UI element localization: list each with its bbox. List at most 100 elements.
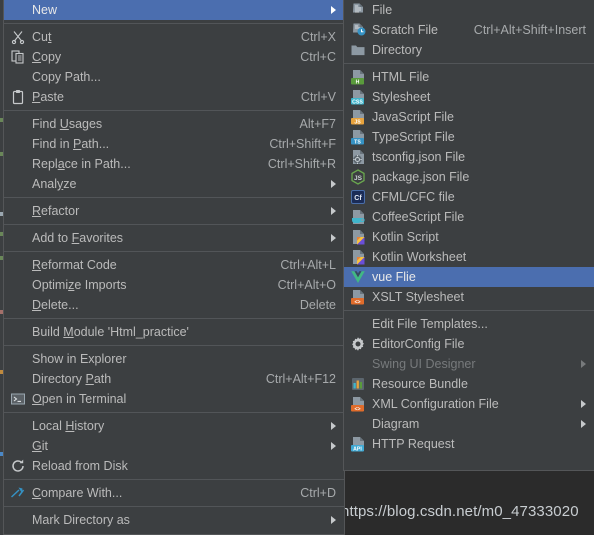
menu-item-cut[interactable]: Cut Ctrl+X bbox=[4, 27, 344, 47]
menu-item-label: Swing UI Designer bbox=[372, 357, 476, 371]
menu-item-label: Resource Bundle bbox=[372, 377, 468, 391]
no-icon bbox=[10, 136, 26, 152]
menu-item-analyze[interactable]: Analyze bbox=[4, 174, 344, 194]
html-file-icon: H bbox=[350, 69, 366, 85]
menu-separator bbox=[4, 224, 344, 225]
kotlin-icon bbox=[350, 229, 366, 245]
menu-item-edit-file-templates[interactable]: Edit File Templates... bbox=[344, 314, 594, 334]
watermark-url: https://blog.csdn.net/m0_47333020 bbox=[341, 503, 579, 520]
menu-item-label: Edit File Templates... bbox=[372, 317, 488, 331]
menu-item-optimize-imports[interactable]: Optimize Imports Ctrl+Alt+O bbox=[4, 275, 344, 295]
no-icon bbox=[10, 418, 26, 434]
menu-item-coffeescript-file[interactable]: CoffeeScript File bbox=[344, 207, 594, 227]
menu-item-label: HTTP Request bbox=[372, 437, 455, 451]
menu-item-label: Compare With... bbox=[32, 486, 123, 500]
no-icon bbox=[10, 156, 26, 172]
project-context-menu[interactable]: New Cut Ctrl+X Copy Ctrl+C Copy Path... Paste C… bbox=[3, 0, 345, 535]
menu-item-label: Replace in Path... bbox=[32, 157, 131, 171]
menu-item-directory-path[interactable]: Directory Path Ctrl+Alt+F12 bbox=[4, 369, 344, 389]
menu-item-copy[interactable]: Copy Ctrl+C bbox=[4, 47, 344, 67]
svg-text:CSS: CSS bbox=[352, 99, 363, 105]
menu-item-compare-with[interactable]: Compare With... Ctrl+D bbox=[4, 483, 344, 503]
menu-item-refactor[interactable]: Refactor bbox=[4, 201, 344, 221]
file-icon bbox=[350, 2, 366, 18]
menu-separator bbox=[344, 63, 594, 64]
xml-file-icon: <> bbox=[350, 396, 366, 412]
menu-item-shortcut: Ctrl+Alt+O bbox=[277, 278, 336, 292]
svg-text:JS: JS bbox=[354, 175, 363, 182]
menu-item-shortcut: Delete bbox=[299, 298, 336, 312]
menu-item-label: XSLT Stylesheet bbox=[372, 290, 464, 304]
menu-item-kotlin-script[interactable]: Kotlin Script bbox=[344, 227, 594, 247]
clipboard-icon bbox=[10, 89, 26, 105]
menu-item-label: Show in Explorer bbox=[32, 352, 127, 366]
menu-item-typescript-file[interactable]: TS TypeScript File bbox=[344, 127, 594, 147]
menu-item-tsconfig-json-file[interactable]: tsconfig.json File bbox=[344, 147, 594, 167]
menu-item-find-in-path[interactable]: Find in Path... Ctrl+Shift+F bbox=[4, 134, 344, 154]
menu-item-label: vue Flie bbox=[372, 270, 416, 284]
menu-item-xml-configuration-file[interactable]: <> XML Configuration File bbox=[344, 394, 594, 414]
menu-item-label: CFML/CFC file bbox=[372, 190, 455, 204]
submenu-arrow-icon bbox=[331, 516, 336, 524]
menu-item-shortcut: Ctrl+Alt+F12 bbox=[265, 372, 336, 386]
menu-item-delete[interactable]: Delete... Delete bbox=[4, 295, 344, 315]
ts-file-icon: TS bbox=[350, 129, 366, 145]
menu-separator bbox=[4, 479, 344, 480]
menu-item-directory[interactable]: Directory bbox=[344, 40, 594, 60]
menu-item-paste[interactable]: Paste Ctrl+V bbox=[4, 87, 344, 107]
menu-item-copy-path[interactable]: Copy Path... bbox=[4, 67, 344, 87]
menu-item-http-request[interactable]: API HTTP Request bbox=[344, 434, 594, 454]
menu-item-replace-in-path[interactable]: Replace in Path... Ctrl+Shift+R bbox=[4, 154, 344, 174]
menu-item-label: CoffeeScript File bbox=[372, 210, 465, 224]
coffeescript-icon bbox=[350, 209, 366, 225]
menu-item-git[interactable]: Git bbox=[4, 436, 344, 456]
menu-separator bbox=[344, 310, 594, 311]
menu-item-find-usages[interactable]: Find Usages Alt+F7 bbox=[4, 114, 344, 134]
menu-separator bbox=[4, 506, 344, 507]
menu-item-javascript-file[interactable]: JS JavaScript File bbox=[344, 107, 594, 127]
vue-icon bbox=[350, 269, 366, 285]
menu-item-reformat-code[interactable]: Reformat Code Ctrl+Alt+L bbox=[4, 255, 344, 275]
svg-text:Cf: Cf bbox=[354, 195, 362, 202]
menu-separator bbox=[4, 197, 344, 198]
menu-item-label: Open in Terminal bbox=[32, 392, 127, 406]
menu-item-stylesheet[interactable]: CSS Stylesheet bbox=[344, 87, 594, 107]
submenu-arrow-icon bbox=[331, 207, 336, 215]
no-icon bbox=[10, 2, 26, 18]
menu-item-scratch-file[interactable]: Scratch File Ctrl+Alt+Shift+Insert bbox=[344, 20, 594, 40]
menu-item-remove-bom[interactable]: Remove BOM bbox=[4, 530, 344, 535]
menu-item-build-module[interactable]: Build Module 'Html_practice' bbox=[4, 322, 344, 342]
menu-item-local-history[interactable]: Local History bbox=[4, 416, 344, 436]
screen: https://blog.csdn.net/m0_47333020 New Cut… bbox=[0, 0, 594, 535]
no-icon bbox=[10, 230, 26, 246]
menu-item-editorconfig-file[interactable]: EditorConfig File bbox=[344, 334, 594, 354]
menu-item-label: Reformat Code bbox=[32, 258, 117, 272]
menu-item-shortcut: Ctrl+V bbox=[300, 90, 336, 104]
menu-item-label: Directory bbox=[372, 43, 423, 57]
menu-item-cfml-cfc-file[interactable]: Cf CFML/CFC file bbox=[344, 187, 594, 207]
menu-item-open-in-terminal[interactable]: Open in Terminal bbox=[4, 389, 344, 409]
menu-item-mark-directory-as[interactable]: Mark Directory as bbox=[4, 510, 344, 530]
new-file-submenu[interactable]: File Scratch File Ctrl+Alt+Shift+Insert Dir… bbox=[343, 0, 594, 471]
menu-item-package-json-file[interactable]: JS package.json File bbox=[344, 167, 594, 187]
scratch-file-icon bbox=[350, 22, 366, 38]
menu-item-html-file[interactable]: H HTML File bbox=[344, 67, 594, 87]
no-icon bbox=[10, 297, 26, 313]
scissors-icon bbox=[10, 29, 26, 45]
menu-item-label: Git bbox=[32, 439, 48, 453]
menu-item-diagram[interactable]: Diagram bbox=[344, 414, 594, 434]
menu-item-reload-from-disk[interactable]: Reload from Disk bbox=[4, 456, 344, 476]
menu-item-xslt-stylesheet[interactable]: <> XSLT Stylesheet bbox=[344, 287, 594, 307]
tsconfig-icon bbox=[350, 149, 366, 165]
submenu-arrow-icon bbox=[331, 442, 336, 450]
menu-item-kotlin-worksheet[interactable]: Kotlin Worksheet bbox=[344, 247, 594, 267]
menu-item-shortcut: Ctrl+Alt+Shift+Insert bbox=[473, 23, 586, 37]
menu-item-resource-bundle[interactable]: Resource Bundle bbox=[344, 374, 594, 394]
menu-item-new[interactable]: New bbox=[4, 0, 344, 20]
menu-item-show-in-explorer[interactable]: Show in Explorer bbox=[4, 349, 344, 369]
menu-item-vue-file[interactable]: vue Flie bbox=[344, 267, 594, 287]
menu-item-swing-ui-designer: Swing UI Designer bbox=[344, 354, 594, 374]
menu-item-add-to-favorites[interactable]: Add to Favorites bbox=[4, 228, 344, 248]
no-icon bbox=[10, 116, 26, 132]
menu-item-file[interactable]: File bbox=[344, 0, 594, 20]
